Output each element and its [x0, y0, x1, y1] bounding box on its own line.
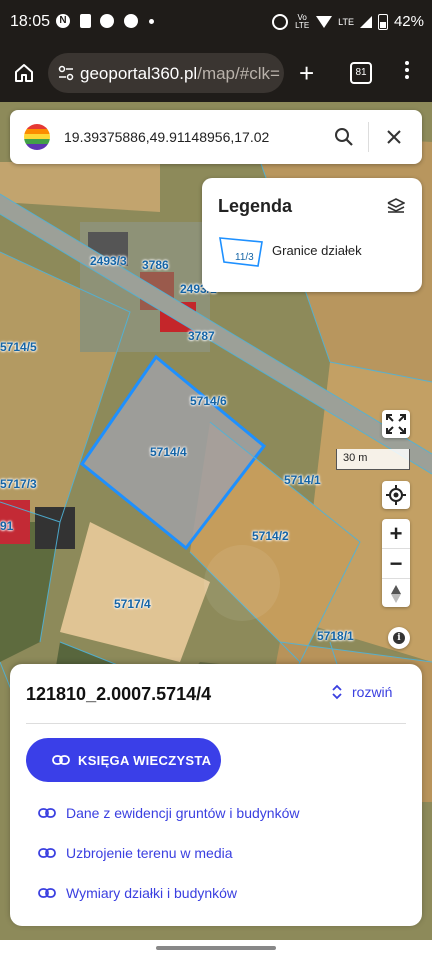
zoom-controls: + −: [382, 519, 410, 607]
expand-button[interactable]: rozwiń: [332, 684, 392, 700]
fullscreen-icon: [386, 414, 406, 434]
utilities-link[interactable]: Uzbrojenie terenu w media: [38, 845, 233, 861]
divider: [368, 122, 369, 152]
link-icon: [38, 808, 56, 818]
url-host: geoportal360.pl: [80, 64, 198, 83]
layers-icon[interactable]: [387, 198, 405, 214]
plot-label: 5718/1: [317, 629, 354, 643]
geoportal-logo-icon: [24, 124, 50, 150]
status-time: 18:05: [10, 13, 51, 30]
signal-icon: [359, 15, 372, 28]
zoom-out-button[interactable]: −: [382, 549, 410, 579]
plot-label: 5714/4: [150, 445, 187, 459]
plot-label: 5714/2: [252, 529, 289, 543]
url-text[interactable]: geoportal360.pl/map/#clk=: [80, 64, 280, 84]
link-icon: [38, 848, 56, 858]
new-tab-button[interactable]: +: [299, 60, 314, 86]
map-legend: Legenda 11/3 Granice działek: [202, 178, 422, 292]
fullscreen-button[interactable]: [382, 410, 410, 438]
close-icon[interactable]: [386, 129, 402, 145]
site-settings-icon[interactable]: [58, 65, 74, 81]
dimensions-label: Wymiary działki i budynków: [66, 885, 238, 901]
clipboard-icon: [80, 14, 91, 28]
search-icon[interactable]: [334, 127, 354, 147]
plot-label: 5717/3: [0, 477, 37, 491]
land-records-link[interactable]: Dane z ewidencji gruntów i budynków: [38, 805, 299, 821]
plot-label: 5714/5: [0, 340, 37, 354]
legend-swatch-label: 11/3: [235, 252, 254, 263]
browser-toolbar: geoportal360.pl/map/#clk= + 81: [0, 44, 432, 102]
parcel-details-panel: 121810_2.0007.5714/4 rozwiń KSIĘGA WIECZ…: [10, 664, 422, 926]
coordinate-search-bar[interactable]: 19.39375886,49.91148956,17.02: [10, 110, 422, 164]
unfold-icon: [332, 684, 342, 700]
alarm-icon: [272, 13, 289, 30]
scale-label: 30 m: [343, 452, 368, 464]
map-scale-bar: 30 m: [336, 449, 410, 470]
info-button[interactable]: i: [388, 627, 410, 649]
plot-label: 2493/3: [90, 254, 127, 268]
plot-label: 5714/1: [284, 473, 321, 487]
plot-label: 3786: [142, 258, 169, 272]
legend-item-label: Granice działek: [272, 243, 362, 258]
compass-icon: [391, 584, 401, 603]
utilities-label: Uzbrojenie terenu w media: [66, 845, 233, 861]
land-register-button[interactable]: KSIĘGA WIECZYSTA: [26, 738, 221, 782]
volte-label: Vo LTE: [295, 12, 310, 30]
wifi-icon: [316, 15, 333, 28]
parcel-id: 121810_2.0007.5714/4: [26, 684, 212, 704]
lte-label: LTE: [338, 16, 354, 27]
compass-button[interactable]: [382, 579, 410, 608]
url-path: /map/#clk=: [197, 64, 280, 83]
tab-switcher-button[interactable]: 81: [350, 62, 372, 84]
locate-me-button[interactable]: [382, 481, 410, 509]
plot-label: 5714/6: [190, 394, 227, 408]
land-records-label: Dane z ewidencji gruntów i budynków: [66, 805, 300, 821]
plot-label: 91: [0, 519, 14, 533]
battery-icon: [377, 13, 388, 30]
notification-n-icon: N: [56, 14, 70, 28]
status-bar: 18:05 N Vo LTE LTE 42%: [0, 0, 432, 44]
land-register-label: KSIĘGA WIECZYSTA: [78, 752, 212, 768]
link-icon: [52, 755, 70, 765]
more-notifications-icon: [149, 19, 154, 24]
plot-label: 3787: [188, 329, 215, 343]
notification-app-icon: [100, 14, 114, 28]
browser-menu-button[interactable]: [405, 61, 409, 82]
locate-icon: [386, 485, 406, 505]
expand-label: rozwiń: [352, 684, 393, 700]
plot-label: 5717/4: [114, 597, 151, 611]
divider: [26, 723, 406, 724]
gesture-handle[interactable]: [156, 946, 276, 950]
zoom-in-button[interactable]: +: [382, 519, 410, 549]
home-icon[interactable]: [14, 63, 34, 83]
info-icon: i: [393, 632, 405, 644]
legend-title: Legenda: [218, 196, 293, 216]
address-bar[interactable]: geoportal360.pl/map/#clk=: [48, 53, 284, 93]
gesture-bar: [0, 940, 432, 960]
link-icon: [38, 888, 56, 898]
battery-percent: 42%: [393, 13, 424, 30]
dimensions-link[interactable]: Wymiary działki i budynków: [38, 885, 237, 901]
search-input[interactable]: 19.39375886,49.91148956,17.02: [64, 129, 269, 145]
messenger-icon: [124, 14, 138, 28]
